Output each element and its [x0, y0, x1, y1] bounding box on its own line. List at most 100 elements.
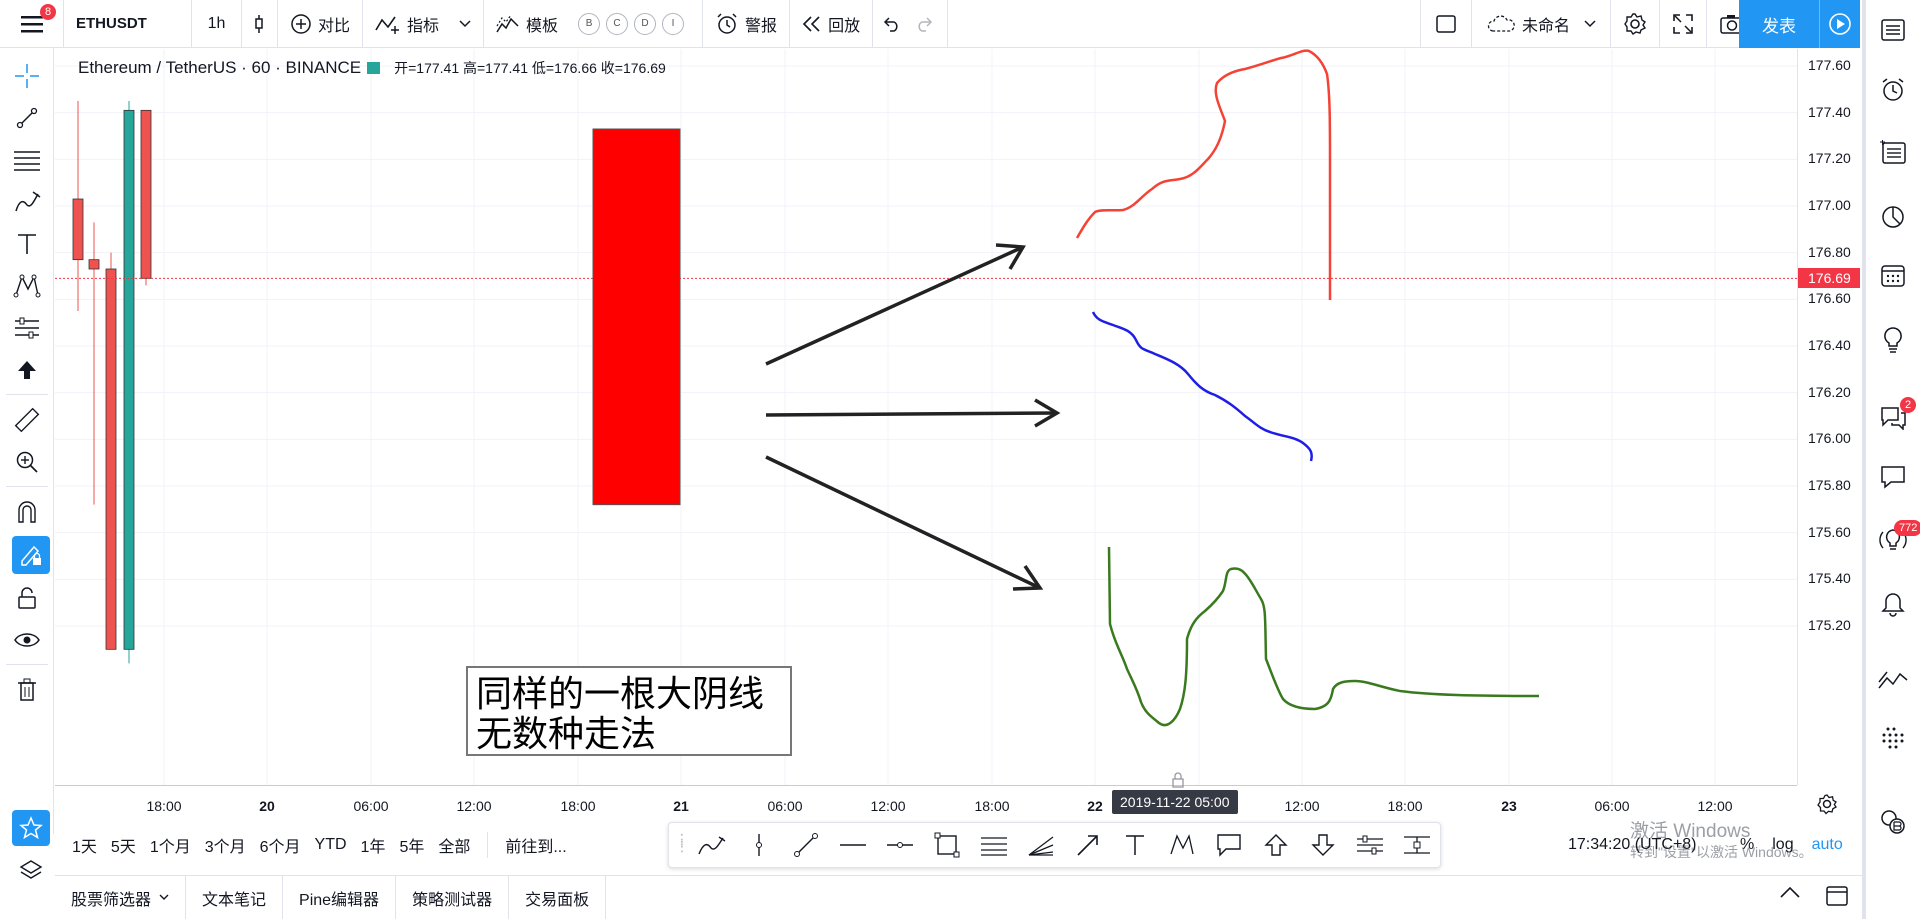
ft-parallel-channel[interactable] [971, 825, 1018, 865]
candle-body[interactable] [123, 109, 135, 650]
session-clock[interactable]: 17:34:20 (UTC+8) [1568, 836, 1697, 854]
redo-button[interactable] [909, 0, 949, 48]
arrow-right-drawing[interactable] [765, 398, 1061, 428]
ft-pattern[interactable] [1158, 825, 1205, 865]
fib-tool[interactable] [0, 142, 54, 178]
icon-tool[interactable] [0, 352, 54, 388]
ft-long-position[interactable] [1346, 825, 1393, 865]
big-bearish-candle-drawing[interactable] [592, 128, 681, 506]
range-1d[interactable]: 1天 [65, 833, 104, 857]
goto-date-button[interactable]: 前往到... [498, 833, 573, 857]
private-chats-button[interactable] [1866, 455, 1920, 499]
templates-button[interactable]: 模板 B C D I [484, 0, 704, 48]
object-tree-button[interactable] [4, 852, 58, 888]
alerts-panel-button[interactable] [1866, 68, 1920, 112]
publish-button[interactable]: 发表 [1739, 0, 1860, 48]
trading-panel-button[interactable] [1866, 658, 1920, 702]
ft-arrow-down-mark[interactable] [1299, 825, 1346, 865]
notifications-button[interactable] [1866, 582, 1920, 626]
symbol-search-button[interactable]: ETHUSDT [64, 0, 192, 48]
range-3m[interactable]: 3个月 [198, 833, 253, 857]
chart-type-button[interactable] [242, 0, 278, 48]
layout-name-button[interactable]: 未命名 [1472, 0, 1612, 48]
interval-button[interactable]: 1h [192, 0, 242, 48]
ft-trend-line[interactable] [783, 825, 830, 865]
compare-button[interactable]: 对比 [278, 0, 364, 48]
template-pill-d[interactable]: D [634, 12, 657, 35]
chats-button[interactable]: 2 [1866, 395, 1920, 439]
settings-button[interactable] [1611, 0, 1661, 48]
text-tool[interactable] [0, 226, 54, 262]
lock-drawings-button[interactable] [0, 580, 54, 616]
ft-vertical-line[interactable] [736, 825, 783, 865]
range-5d[interactable]: 5天 [104, 833, 143, 857]
pattern-tool[interactable] [0, 268, 54, 304]
tab-strategy-tester[interactable]: 策略测试器 [396, 875, 510, 919]
alert-button[interactable]: 警报 [703, 0, 791, 48]
favorites-button[interactable] [12, 810, 50, 846]
maximize-panel-icon[interactable] [1826, 886, 1848, 906]
symbol-title[interactable]: Ethereum / TetherUS · 60 · BINANCE [78, 58, 361, 78]
watchlist-button[interactable] [1866, 8, 1920, 52]
annotation-text-box[interactable]: 同样的一根大阴线 无数种走法 [466, 666, 792, 756]
ft-rectangle[interactable] [924, 825, 971, 865]
ft-callout[interactable] [1205, 825, 1252, 865]
ft-horizontal-line[interactable] [830, 825, 877, 865]
template-pill-i[interactable]: I [662, 12, 685, 35]
data-window-button[interactable] [1866, 130, 1920, 174]
lock-icon[interactable] [1171, 772, 1185, 788]
tab-text-notes[interactable]: 文本笔记 [186, 875, 284, 919]
chart-settings-gear-icon[interactable] [1816, 793, 1838, 815]
dom-button[interactable] [1866, 718, 1920, 762]
tab-stock-screener[interactable]: 股票筛选器 [55, 875, 187, 919]
indicators-button[interactable]: 指标 [363, 0, 485, 48]
zoom-tool[interactable] [0, 444, 54, 480]
magnet-tool[interactable] [0, 494, 54, 530]
ideas-notifications-button[interactable]: 772 [1866, 518, 1920, 562]
price-axis[interactable]: 177.60 177.40 177.20 177.00 176.80 176.60 176.… [1797, 49, 1861, 785]
ft-text[interactable] [1111, 825, 1158, 865]
percent-scale-toggle[interactable]: % [1740, 836, 1754, 854]
range-ytd[interactable]: YTD [308, 836, 354, 854]
candle-body[interactable] [88, 259, 100, 270]
ideas-stream-button[interactable] [1866, 318, 1920, 362]
fullscreen-button[interactable] [1660, 0, 1708, 48]
scenario-range-path[interactable] [1107, 546, 1540, 727]
replay-button[interactable]: 回放 [790, 0, 874, 48]
chevron-up-icon[interactable] [1780, 886, 1800, 898]
fullscreen-layout-button[interactable] [1420, 0, 1472, 48]
chart-canvas[interactable] [55, 49, 1797, 785]
remove-drawings-button[interactable] [0, 672, 54, 708]
drag-handle[interactable]: ⋮ ⋮ [675, 832, 689, 853]
stay-in-drawing-mode-button[interactable] [12, 536, 50, 574]
auto-scale-toggle[interactable]: auto [1812, 836, 1843, 854]
main-menu-button[interactable]: 8 [0, 0, 64, 48]
measure-tool[interactable] [0, 402, 54, 438]
template-pill-c[interactable]: C [606, 12, 629, 35]
undo-button[interactable] [873, 0, 909, 48]
prediction-tool[interactable] [0, 310, 54, 346]
candle-body[interactable] [72, 198, 84, 261]
range-all[interactable]: 全部 [431, 833, 477, 857]
range-1m[interactable]: 1个月 [143, 833, 198, 857]
scenario-down-path[interactable] [1091, 311, 1313, 462]
brush-tool[interactable] [0, 184, 54, 220]
ft-fib-fan[interactable] [1018, 825, 1065, 865]
hide-drawings-button[interactable] [0, 622, 54, 658]
ft-arrow[interactable] [1065, 825, 1112, 865]
range-6m[interactable]: 6个月 [253, 833, 308, 857]
ft-brush[interactable] [689, 825, 736, 865]
tab-pine-editor[interactable]: Pine编辑器 [283, 875, 397, 919]
tab-trading-panel[interactable]: 交易面板 [509, 875, 607, 919]
flag-icon[interactable] [367, 62, 381, 74]
calendar-button[interactable] [1866, 253, 1920, 297]
publish-options-button[interactable] [1819, 0, 1860, 48]
coins-button[interactable] [1866, 800, 1920, 844]
trend-line-tool[interactable] [0, 100, 54, 136]
crosshair-tool[interactable] [0, 58, 54, 94]
time-axis[interactable]: 18:00 20 06:00 12:00 18:00 21 06:00 12:00 18:00 2… [55, 785, 1797, 825]
candle-body[interactable] [140, 109, 152, 279]
template-pill-b[interactable]: B [578, 12, 601, 35]
ft-arrow-up-mark[interactable] [1252, 825, 1299, 865]
ft-horizontal-ray[interactable] [877, 825, 924, 865]
